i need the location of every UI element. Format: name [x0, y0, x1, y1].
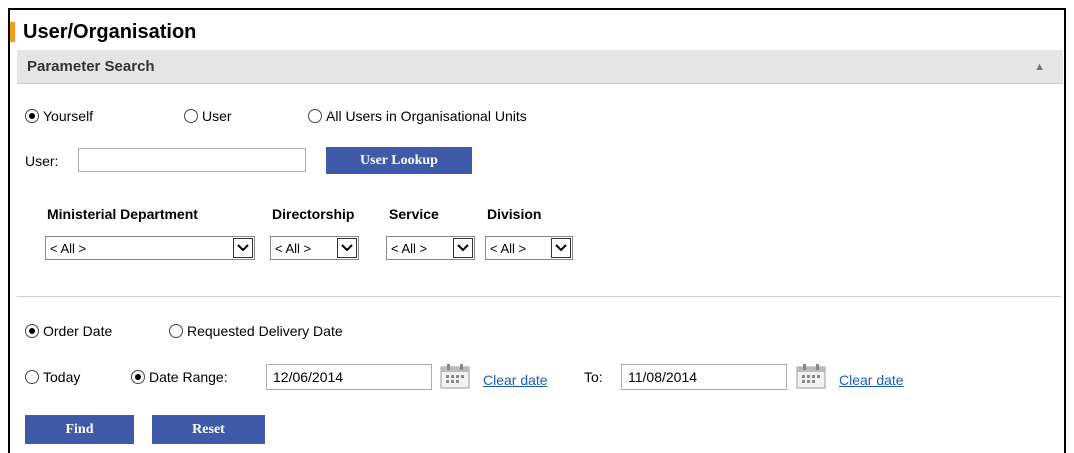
radio-all-users[interactable]: All Users in Organisational Units	[308, 108, 527, 124]
chevron-down-icon[interactable]	[233, 238, 253, 258]
header-directorship: Directorship	[272, 206, 355, 222]
radio-yourself[interactable]: Yourself	[25, 108, 93, 124]
title-accent-bar	[10, 22, 15, 42]
radio-all-users-label: All Users in Organisational Units	[326, 108, 527, 124]
clear-date-to-link[interactable]: Clear date	[839, 372, 904, 388]
select-directorship-value: < All >	[275, 240, 312, 256]
radio-order-date-circle[interactable]	[25, 324, 39, 338]
date-to-input[interactable]	[621, 364, 787, 390]
section-divider	[17, 296, 1061, 297]
radio-all-users-circle[interactable]	[308, 109, 322, 123]
radio-order-date-label: Order Date	[43, 323, 113, 339]
radio-requested-delivery-date-circle[interactable]	[169, 324, 183, 338]
header-service: Service	[389, 206, 439, 222]
to-label: To:	[584, 369, 603, 385]
radio-today-label: Today	[43, 369, 81, 385]
section-title: Parameter Search	[27, 58, 155, 75]
page-title-row: User/Organisation	[10, 20, 196, 44]
parameter-search-header[interactable]: Parameter Search ▲	[17, 50, 1063, 84]
select-ministerial-department[interactable]: < All >	[45, 236, 255, 260]
radio-date-range-circle[interactable]	[131, 370, 145, 384]
user-input[interactable]	[78, 148, 306, 172]
select-directorship[interactable]: < All >	[270, 236, 359, 260]
chevron-down-icon[interactable]	[337, 238, 357, 258]
chevron-down-icon[interactable]	[551, 238, 571, 258]
select-ministerial-department-value: < All >	[50, 240, 87, 256]
radio-date-range[interactable]: Date Range:	[131, 369, 228, 385]
radio-user-label: User	[202, 108, 232, 124]
user-label: User:	[25, 153, 59, 169]
header-division: Division	[487, 206, 542, 222]
select-division-value: < All >	[490, 240, 527, 256]
radio-order-date[interactable]: Order Date	[25, 323, 112, 339]
radio-yourself-circle[interactable]	[25, 109, 39, 123]
radio-date-range-label: Date Range:	[149, 369, 228, 385]
page-title: User/Organisation	[23, 20, 197, 43]
collapse-arrow-icon[interactable]: ▲	[1034, 61, 1045, 73]
radio-today-circle[interactable]	[25, 370, 39, 384]
radio-requested-delivery-date-label: Requested Delivery Date	[187, 323, 343, 339]
radio-requested-delivery-date[interactable]: Requested Delivery Date	[169, 323, 343, 339]
calendar-to-icon[interactable]	[796, 363, 826, 392]
find-button[interactable]: Find	[25, 415, 134, 444]
date-from-input[interactable]	[266, 364, 432, 390]
radio-user[interactable]: User	[184, 108, 232, 124]
select-division[interactable]: < All >	[485, 236, 573, 260]
calendar-from-icon[interactable]	[440, 363, 470, 392]
radio-today[interactable]: Today	[25, 369, 80, 385]
select-service-value: < All >	[391, 240, 428, 256]
user-lookup-button[interactable]: User Lookup	[326, 147, 472, 174]
reset-button[interactable]: Reset	[152, 415, 265, 444]
clear-date-from-link[interactable]: Clear date	[483, 372, 548, 388]
select-service[interactable]: < All >	[386, 236, 475, 260]
header-ministerial-department: Ministerial Department	[47, 206, 198, 222]
chevron-down-icon[interactable]	[453, 238, 473, 258]
radio-user-circle[interactable]	[184, 109, 198, 123]
radio-yourself-label: Yourself	[43, 108, 94, 124]
